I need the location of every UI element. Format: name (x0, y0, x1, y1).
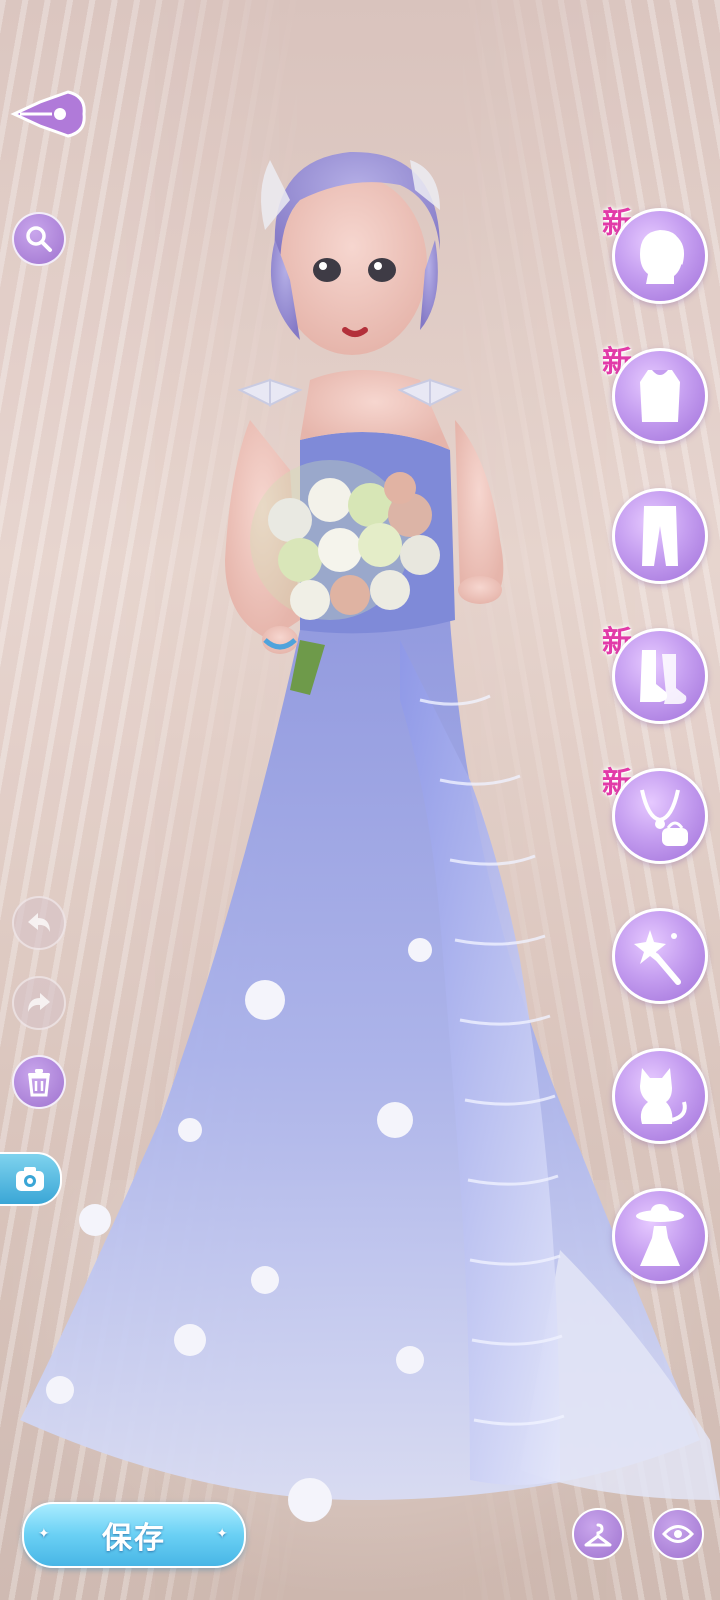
cat-icon (640, 1068, 687, 1124)
delete-button[interactable] (12, 1055, 66, 1109)
hat-dress-icon (636, 1204, 684, 1266)
camera-button[interactable] (0, 1152, 62, 1206)
trash-icon (28, 1069, 50, 1097)
top-clothing-icon (640, 370, 680, 422)
sparkle-right-icon: ✦ (216, 1526, 230, 1542)
search-button[interactable] (12, 212, 66, 266)
magic-wand-icon (634, 930, 681, 985)
sparkle-left-icon: ✦ (38, 1526, 52, 1542)
redo-button[interactable] (12, 976, 66, 1030)
pen-nib-back-icon (10, 90, 86, 138)
pants-icon (642, 506, 678, 566)
preview-button[interactable] (652, 1508, 704, 1560)
eye-icon (662, 1525, 694, 1543)
save-label: 保存 (102, 1521, 166, 1556)
back-button[interactable] (10, 86, 88, 142)
camera-icon (16, 1167, 44, 1191)
socks-icon (640, 650, 687, 704)
redo-arrow-icon (28, 993, 50, 1012)
category-hair-button[interactable] (612, 208, 708, 304)
category-pet-button[interactable] (612, 1048, 708, 1144)
save-button[interactable]: ✦ 保存 ✦ (22, 1502, 246, 1568)
necklace-bag-icon (640, 789, 688, 846)
undo-button[interactable] (12, 896, 66, 950)
category-accessories-button[interactable] (612, 768, 708, 864)
search-icon (26, 226, 52, 252)
category-shoes-button[interactable] (612, 628, 708, 724)
undo-arrow-icon (28, 913, 50, 932)
wardrobe-button[interactable] (572, 1508, 624, 1560)
category-effects-button[interactable] (612, 908, 708, 1004)
hair-silhouette-icon (640, 230, 684, 284)
category-bottom-button[interactable] (612, 488, 708, 584)
hanger-icon (584, 1523, 612, 1547)
category-top-button[interactable] (612, 348, 708, 444)
category-outfit-button[interactable] (612, 1188, 708, 1284)
